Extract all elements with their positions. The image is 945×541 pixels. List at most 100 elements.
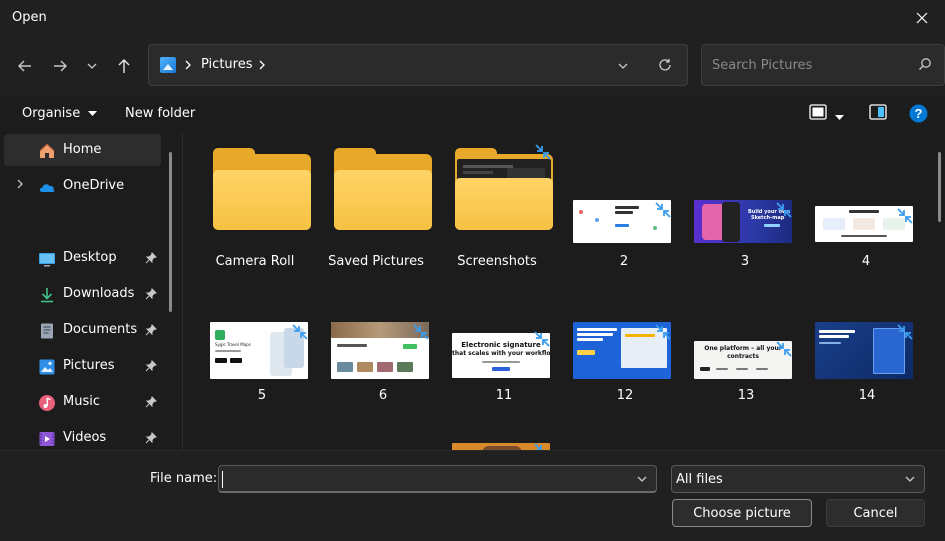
compress-icon <box>776 202 792 218</box>
file-name: 2 <box>619 254 629 269</box>
home-icon <box>39 143 55 158</box>
sidebar-item-music[interactable]: Music <box>4 386 161 418</box>
file-name: 11 <box>495 388 513 403</box>
search-box[interactable] <box>701 44 945 86</box>
file-name: 14 <box>858 388 876 403</box>
help-button[interactable]: ? <box>909 104 928 127</box>
sidebar-item-pictures[interactable]: Pictures <box>4 350 161 382</box>
desktop-icon <box>39 253 55 267</box>
sidebar-item-onedrive[interactable]: OneDrive <box>4 170 161 202</box>
arrow-left-icon <box>18 60 31 72</box>
content-scrollbar[interactable] <box>938 152 941 222</box>
documents-icon <box>41 323 53 339</box>
compress-icon <box>655 324 671 340</box>
sidebar-item-home[interactable]: Home <box>4 134 161 166</box>
navigation-pane: Home OneDrive Desktop Downloads Document… <box>0 132 183 450</box>
chevron-down-icon <box>87 63 97 69</box>
cancel-button[interactable]: Cancel <box>826 499 925 527</box>
file-name-input[interactable] <box>223 469 623 489</box>
file-name: Saved Pictures <box>328 254 424 269</box>
sidebar-item-label: Music <box>63 394 100 409</box>
sidebar-item-label: Desktop <box>63 250 117 265</box>
file-type-select[interactable]: All files <box>671 465 925 493</box>
file-name: 6 <box>378 388 388 403</box>
videos-icon <box>39 432 55 446</box>
recent-locations-button[interactable] <box>78 52 106 80</box>
sidebar-item-downloads[interactable]: Downloads <box>4 278 161 310</box>
address-bar[interactable]: Pictures <box>148 44 688 86</box>
file-name-field[interactable] <box>218 465 657 493</box>
search-input[interactable] <box>712 55 902 75</box>
chevron-right-icon[interactable] <box>258 60 266 70</box>
file-name: 3 <box>740 254 750 269</box>
music-icon <box>39 395 55 411</box>
chevron-right-icon[interactable] <box>16 179 24 189</box>
command-bar: Organise New folder ? <box>0 96 945 132</box>
search-icon[interactable] <box>918 57 932 71</box>
title-bar: Open <box>0 0 945 36</box>
chevron-down-icon[interactable] <box>636 474 648 484</box>
refresh-icon[interactable] <box>658 58 672 72</box>
sidebar-scrollbar[interactable] <box>169 152 172 312</box>
file-name: Screenshots <box>457 254 537 269</box>
pin-icon[interactable] <box>145 252 157 264</box>
compress-icon <box>534 443 542 450</box>
sidebar-item-desktop[interactable]: Desktop <box>4 242 161 274</box>
compress-icon <box>897 324 913 340</box>
help-icon: ? <box>909 104 928 123</box>
onedrive-icon <box>39 184 55 192</box>
file-type-value: All files <box>676 472 723 487</box>
compress-icon <box>534 331 550 347</box>
file-name: 4 <box>861 254 871 269</box>
close-icon <box>916 12 928 24</box>
sidebar-item-label: Pictures <box>63 358 115 373</box>
arrow-right-icon <box>54 60 67 72</box>
svg-text:?: ? <box>915 106 923 121</box>
arrow-up-icon <box>118 59 130 73</box>
file-name: 5 <box>257 388 267 403</box>
pin-icon[interactable] <box>145 360 157 372</box>
folder-icon <box>334 148 432 230</box>
pin-icon[interactable] <box>145 324 157 336</box>
folder-icon <box>455 148 553 230</box>
view-options-dropdown[interactable] <box>835 110 844 125</box>
file-list: Camera Roll Saved Pictures Screenshots 2… <box>184 132 945 450</box>
file-name-label: File name: <box>150 471 218 486</box>
address-history-dropdown-icon[interactable] <box>617 61 629 71</box>
sidebar-item-label: OneDrive <box>63 178 125 193</box>
breadcrumb-pictures[interactable]: Pictures <box>201 57 252 72</box>
file-name: 12 <box>616 388 634 403</box>
caret-down-icon <box>835 115 844 120</box>
window-title: Open <box>12 10 47 25</box>
pictures-icon <box>39 359 55 375</box>
close-button[interactable] <box>899 0 945 36</box>
choose-picture-button[interactable]: Choose picture <box>672 499 812 527</box>
change-view-button[interactable] <box>809 104 827 124</box>
organise-button[interactable]: Organise <box>22 106 98 121</box>
caret-down-icon <box>88 110 98 116</box>
sidebar-item-label: Documents <box>63 322 138 337</box>
thumb-heading: Sygic Travel Maps <box>215 342 251 347</box>
navigation-bar: Pictures <box>0 36 945 96</box>
sidebar-item-documents[interactable]: Documents <box>4 314 161 346</box>
compress-icon <box>776 341 792 357</box>
compress-icon <box>292 324 308 340</box>
new-folder-button[interactable]: New folder <box>125 106 195 121</box>
up-button[interactable] <box>110 52 138 80</box>
pin-icon[interactable] <box>145 288 157 300</box>
pictures-icon <box>160 57 176 73</box>
preview-pane-button[interactable] <box>869 104 887 124</box>
compress-icon <box>535 144 551 160</box>
thumb-heading: that scales with your workflow <box>452 350 550 357</box>
chevron-down-icon <box>905 476 915 482</box>
file-name: 13 <box>737 388 755 403</box>
compress-icon <box>413 324 429 340</box>
back-button[interactable] <box>11 52 39 80</box>
sidebar-item-label: Videos <box>63 430 107 445</box>
pin-icon[interactable] <box>145 396 157 408</box>
chevron-right-icon <box>185 60 191 70</box>
sidebar-item-label: Home <box>63 142 102 157</box>
preview-pane-icon <box>869 104 887 120</box>
pin-icon[interactable] <box>145 432 157 444</box>
forward-button[interactable] <box>46 52 74 80</box>
